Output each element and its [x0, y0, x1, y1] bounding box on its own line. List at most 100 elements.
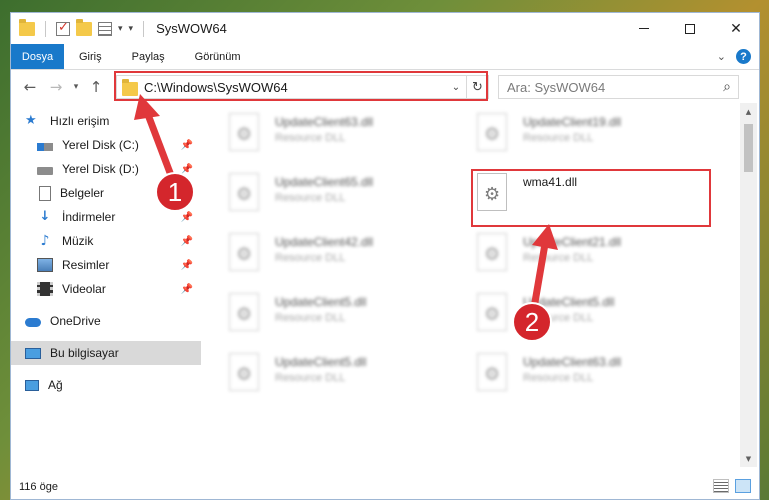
vertical-scrollbar[interactable]: ▲ ▼ — [740, 103, 757, 467]
sidebar-item-label: Hızlı erişim — [50, 114, 110, 128]
sidebar-item-label: İndirmeler — [62, 210, 116, 224]
properties-check-icon[interactable] — [56, 20, 70, 36]
minimize-button[interactable] — [621, 13, 667, 44]
new-folder-icon[interactable] — [76, 18, 92, 36]
back-arrow-icon: ← — [23, 78, 37, 96]
list-item[interactable]: UpdateClient5.dllResource DLL — [477, 293, 697, 341]
search-box[interactable]: Ara: SysWOW64 ⌕ — [498, 75, 739, 99]
close-icon: ✕ — [730, 20, 742, 37]
scroll-down-icon[interactable]: ▼ — [740, 450, 757, 467]
sidebar-item-music[interactable]: ♪ Müzik 📌 — [11, 229, 201, 253]
maximize-button[interactable] — [667, 13, 713, 44]
list-item[interactable]: UpdateClient21.dll Resource DLL — [477, 233, 697, 281]
file-name: UpdateClient63.dll — [523, 355, 622, 369]
navigation-pane: ★ Hızlı erişim Yerel Disk (C:) 📌 Yerel D… — [11, 109, 201, 469]
cloud-icon — [25, 318, 41, 327]
sidebar-item-label: Resimler — [62, 258, 110, 272]
sidebar-item-label: Ağ — [48, 378, 63, 392]
minimize-icon — [639, 28, 649, 29]
tab-view[interactable]: Görünüm — [180, 44, 256, 69]
folder-icon — [19, 18, 35, 36]
list-item[interactable]: UpdateClient19.dll Resource DLL — [477, 113, 697, 161]
details-view-icon[interactable] — [713, 479, 729, 493]
sidebar-item-label: Belgeler — [60, 186, 105, 200]
sidebar-item-label: OneDrive — [50, 314, 101, 328]
properties-icon[interactable] — [98, 21, 112, 36]
drive-icon — [37, 143, 53, 151]
sidebar-item-label: Yerel Disk (D:) — [62, 162, 139, 176]
step-1-badge: 1 — [155, 172, 195, 212]
large-icons-view-icon[interactable] — [735, 479, 751, 493]
forward-button[interactable]: → — [43, 75, 69, 99]
expand-ribbon-icon[interactable]: ⌄ — [717, 50, 726, 63]
scroll-thumb[interactable] — [744, 124, 753, 172]
sidebar-item-quick-access[interactable]: ★ Hızlı erişim — [11, 109, 201, 133]
recent-locations-button[interactable]: ▾ — [69, 75, 83, 99]
file-type: Resource DLL — [275, 192, 346, 204]
tab-file[interactable]: Dosya — [11, 44, 64, 69]
dll-file-icon — [477, 113, 511, 153]
file-type: Resource DLL — [275, 312, 346, 324]
sidebar-item-onedrive[interactable]: OneDrive — [11, 309, 201, 333]
star-icon: ★ — [25, 113, 37, 128]
sidebar-item-network[interactable]: Ağ — [11, 373, 201, 397]
file-name: UpdateClient19.dll — [523, 115, 622, 129]
window-title: SysWOW64 — [156, 21, 227, 36]
list-item[interactable]: UpdateClient5.dll Resource DLL — [229, 353, 449, 401]
chevron-down-icon[interactable]: ▾ — [118, 24, 123, 34]
scroll-up-icon[interactable]: ▲ — [740, 103, 757, 120]
sidebar-item-disk-c[interactable]: Yerel Disk (C:) 📌 — [11, 133, 201, 157]
dll-file-icon — [229, 293, 263, 333]
music-icon: ♪ — [40, 233, 50, 249]
list-item[interactable]: UpdateClient5.dll Resource DLL — [229, 293, 449, 341]
quick-access-toolbar: ▾ ▾ SysWOW64 — [11, 18, 227, 37]
document-icon — [39, 185, 51, 201]
tab-share[interactable]: Paylaş — [117, 44, 180, 69]
up-button[interactable]: ↑ — [83, 75, 109, 99]
pin-icon[interactable]: 📌 — [181, 140, 193, 151]
list-item[interactable]: UpdateClient42.dll Resource DLL — [229, 233, 449, 281]
back-button[interactable]: ← — [17, 75, 43, 99]
drive-icon — [37, 167, 53, 175]
file-name: UpdateClient42.dll — [275, 235, 374, 249]
sidebar-item-pictures[interactable]: Resimler 📌 — [11, 253, 201, 277]
computer-icon — [25, 347, 41, 359]
file-name: UpdateClient5.dll — [275, 295, 367, 309]
forward-arrow-icon: → — [49, 78, 63, 96]
dll-file-icon — [477, 293, 511, 333]
pin-icon[interactable]: 📌 — [181, 212, 193, 223]
close-button[interactable]: ✕ — [713, 13, 759, 44]
up-arrow-icon: ↑ — [89, 78, 103, 96]
pictures-icon — [37, 258, 53, 272]
file-type: Resource DLL — [275, 372, 346, 384]
pin-icon[interactable]: 📌 — [181, 284, 193, 295]
file-type: Resource DLL — [275, 252, 346, 264]
search-input[interactable]: Ara: SysWOW64 — [507, 80, 716, 95]
window-controls: ✕ — [621, 13, 759, 44]
dll-file-icon — [229, 233, 263, 273]
list-item[interactable]: UpdateClient63.dll Resource DLL — [477, 353, 697, 401]
file-type: Resource DLL — [523, 252, 594, 264]
sidebar-item-label: Müzik — [62, 234, 94, 248]
file-type: Resource DLL — [275, 132, 346, 144]
sidebar-item-label: Yerel Disk (C:) — [62, 138, 139, 152]
file-name: UpdateClient5.dll — [275, 355, 367, 369]
customize-toolbar-icon[interactable]: ▾ — [129, 24, 134, 34]
dll-file-icon — [477, 353, 511, 393]
list-item[interactable]: UpdateClient65.dll Resource DLL — [229, 173, 449, 221]
pin-icon[interactable]: 📌 — [181, 236, 193, 247]
separator — [143, 20, 145, 37]
file-highlight-box — [471, 169, 711, 227]
sidebar-item-this-pc[interactable]: Bu bilgisayar — [11, 341, 201, 365]
dll-file-icon — [229, 353, 263, 393]
list-item[interactable]: UpdateClient63.dll Resource DLL — [229, 113, 449, 161]
tab-home[interactable]: Giriş — [64, 44, 117, 69]
pin-icon[interactable]: 📌 — [181, 260, 193, 271]
help-icon[interactable]: ? — [736, 49, 751, 64]
video-icon — [37, 282, 53, 296]
sidebar-item-videos[interactable]: Videolar 📌 — [11, 277, 201, 301]
search-icon[interactable]: ⌕ — [716, 79, 738, 95]
file-type: Resource DLL — [523, 372, 594, 384]
title-bar: ▾ ▾ SysWOW64 ✕ — [11, 13, 759, 44]
address-highlight-box — [114, 71, 488, 101]
